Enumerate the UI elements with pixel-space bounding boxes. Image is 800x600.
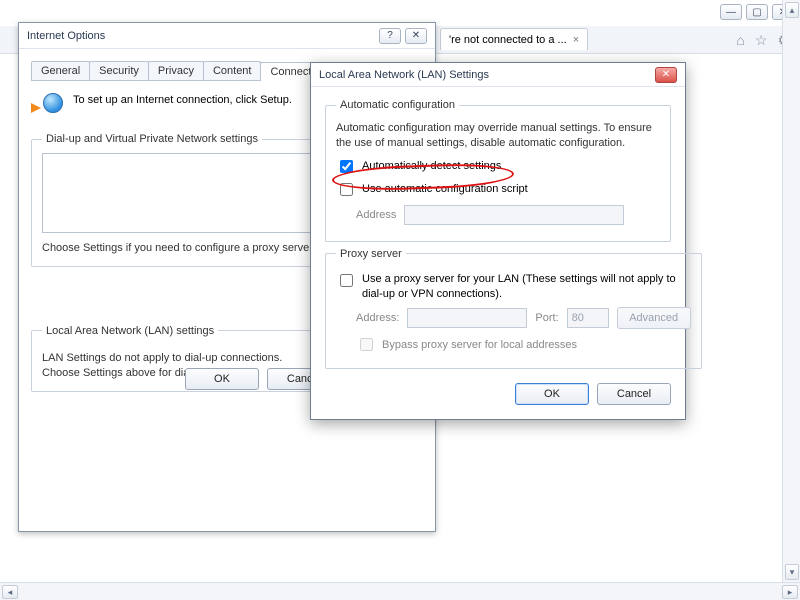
lan-close-button[interactable]: ✕	[655, 67, 677, 83]
use-script-row[interactable]: Use automatic configuration script	[336, 180, 660, 199]
proxy-group: Proxy server Use a proxy server for your…	[325, 248, 702, 370]
proxy-advanced-button[interactable]: Advanced	[617, 307, 691, 329]
auto-detect-checkbox[interactable]	[340, 160, 353, 173]
auto-config-legend: Automatic configuration	[336, 99, 459, 111]
lan-settings-legend: Local Area Network (LAN) settings	[42, 325, 218, 337]
scroll-right-icon[interactable]: ▸	[782, 585, 798, 599]
auto-config-group: Automatic configuration Automatic config…	[325, 99, 671, 242]
auto-detect-row[interactable]: Automatically detect settings	[336, 157, 660, 176]
tab-close-icon[interactable]: ×	[573, 34, 579, 46]
proxy-legend: Proxy server	[336, 248, 406, 260]
setup-text: To set up an Internet connection, click …	[73, 93, 292, 108]
io-ok-button[interactable]: OK	[185, 368, 259, 390]
use-proxy-checkbox[interactable]	[340, 274, 353, 287]
globe-setup-icon	[31, 93, 63, 121]
use-proxy-row[interactable]: Use a proxy server for your LAN (These s…	[336, 272, 691, 302]
bypass-row[interactable]: Bypass proxy server for local addresses	[356, 335, 691, 354]
proxy-port-label: Port:	[535, 312, 558, 324]
internet-options-title: Internet Options	[27, 30, 375, 42]
browser-tab-label: 're not connected to a ...	[449, 34, 567, 46]
script-address-input[interactable]	[404, 205, 624, 225]
use-script-label: Use automatic configuration script	[362, 183, 528, 195]
auto-config-desc: Automatic configuration may override man…	[336, 121, 660, 151]
lan-ok-button[interactable]: OK	[515, 383, 589, 405]
bypass-label: Bypass proxy server for local addresses	[382, 339, 577, 351]
dialog-close-button[interactable]: ✕	[405, 28, 427, 44]
scroll-up-icon[interactable]: ▴	[785, 2, 799, 18]
lan-dialog-title: Local Area Network (LAN) Settings	[319, 69, 655, 81]
dialog-help-button[interactable]: ?	[379, 28, 401, 44]
tab-general[interactable]: General	[31, 61, 90, 80]
tab-privacy[interactable]: Privacy	[148, 61, 204, 80]
script-address-label: Address	[356, 209, 396, 221]
bypass-checkbox[interactable]	[360, 338, 373, 351]
vertical-scrollbar[interactable]: ▴ ▾	[782, 0, 800, 582]
favorites-icon[interactable]: ☆	[755, 32, 768, 49]
use-proxy-label: Use a proxy server for your LAN (These s…	[362, 272, 691, 302]
tab-security[interactable]: Security	[89, 61, 149, 80]
dialup-vpn-legend: Dial-up and Virtual Private Network sett…	[42, 133, 262, 145]
browser-tab[interactable]: 're not connected to a ... ×	[440, 28, 588, 50]
scroll-left-icon[interactable]: ◂	[2, 585, 18, 599]
lan-settings-dialog: Local Area Network (LAN) Settings ✕ Auto…	[310, 62, 686, 420]
home-icon[interactable]: ⌂	[736, 32, 744, 49]
auto-detect-label: Automatically detect settings	[362, 160, 501, 172]
scroll-down-icon[interactable]: ▾	[785, 564, 799, 580]
tab-content[interactable]: Content	[203, 61, 262, 80]
lan-cancel-button[interactable]: Cancel	[597, 383, 671, 405]
use-script-checkbox[interactable]	[340, 183, 353, 196]
proxy-address-input[interactable]	[407, 308, 527, 328]
browser-minimize-button[interactable]: —	[720, 4, 742, 20]
horizontal-scrollbar[interactable]: ◂ ▸	[0, 582, 800, 600]
proxy-port-input[interactable]	[567, 308, 609, 328]
browser-maximize-button[interactable]: ▢	[746, 4, 768, 20]
proxy-address-label: Address:	[356, 312, 399, 324]
